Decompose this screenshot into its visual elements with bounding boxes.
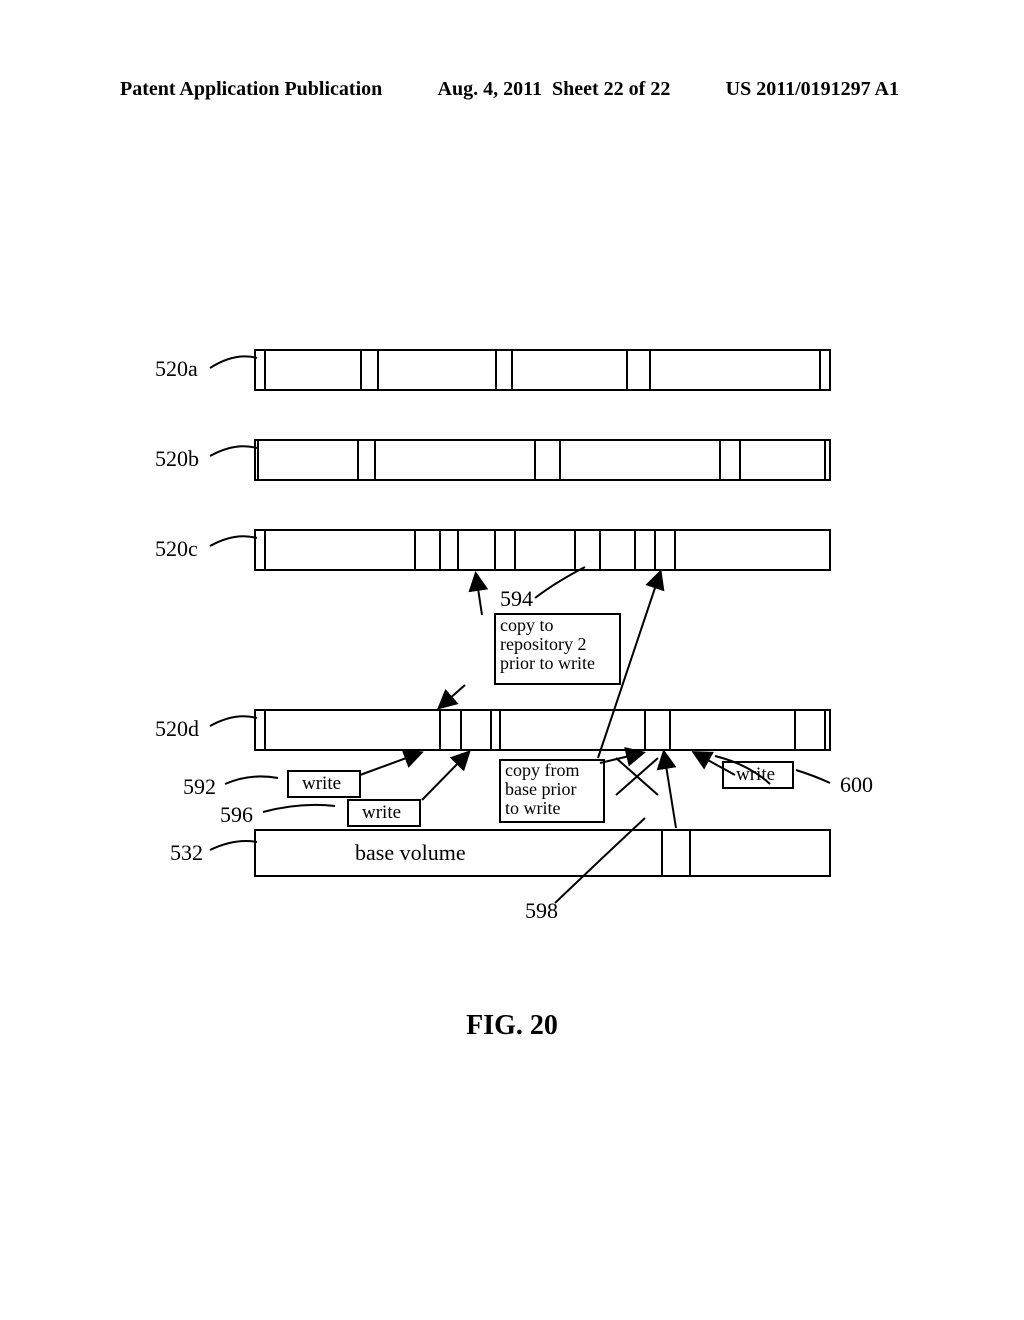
text-write-596: write: [362, 802, 401, 824]
text-base-volume: base volume: [355, 840, 466, 866]
text-copy-from-base: copy from base prior to write: [505, 761, 605, 818]
text-write-600: write: [736, 764, 775, 786]
row-520a: [255, 350, 830, 390]
ref-532: 532: [170, 840, 203, 866]
text-write-592: write: [302, 773, 341, 795]
base-volume-bar: [255, 830, 830, 876]
ref-592: 592: [183, 774, 216, 800]
figure-label: FIG. 20: [0, 1010, 1024, 1042]
ref-520a: 520a: [155, 356, 198, 382]
row-520c: [255, 530, 830, 570]
ref-520c: 520c: [155, 536, 198, 562]
row-520b: [255, 440, 830, 480]
row-520d: [255, 710, 830, 750]
ref-594: 594: [500, 586, 533, 612]
ref-520d: 520d: [155, 716, 199, 742]
ref-598: 598: [525, 898, 558, 924]
ref-600: 600: [840, 772, 873, 798]
ref-596: 596: [220, 802, 253, 828]
text-copy-to-repo2: copy to repository 2 prior to write: [500, 616, 618, 673]
ref-520b: 520b: [155, 446, 199, 472]
